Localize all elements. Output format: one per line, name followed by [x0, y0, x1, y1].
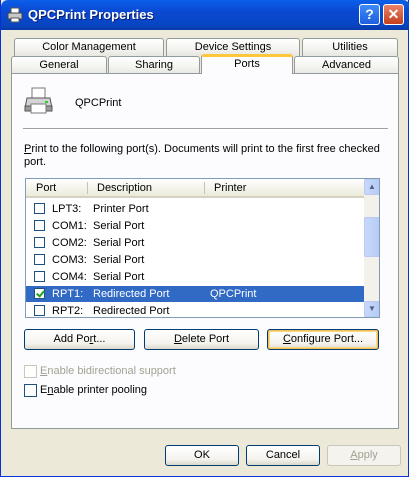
port-description: Printer Port [93, 203, 149, 215]
instructions-text-rest: rint to the following port(s). Documents… [24, 143, 380, 168]
port-checkbox[interactable] [34, 305, 45, 316]
bidirectional-label: Enable bidirectional support [40, 365, 176, 377]
port-name: COM2: [52, 237, 87, 249]
port-row[interactable]: RPT2: Redirected Port [26, 303, 364, 317]
checkbox-box[interactable] [24, 365, 37, 378]
port-row[interactable]: RPT1: Redirected Port QPCPrint [26, 286, 364, 302]
printer-name: QPCPrint [75, 97, 122, 109]
add-port-label: Add Po [53, 333, 90, 345]
port-name: RPT2: [52, 305, 84, 317]
port-checkbox[interactable] [34, 254, 45, 265]
tab-general[interactable]: General [11, 56, 107, 74]
port-checkbox[interactable] [34, 271, 45, 282]
apply-label: pply [357, 449, 378, 461]
pooling-label: Enable printer pooling [40, 384, 148, 396]
port-description: Serial Port [93, 220, 145, 232]
port-description: Serial Port [93, 271, 145, 283]
help-button[interactable]: ? [359, 4, 380, 25]
tab-color-management[interactable]: Color Management [14, 38, 164, 56]
column-header-description[interactable]: Description [97, 182, 152, 194]
port-row[interactable]: COM3: Serial Port [26, 252, 364, 268]
scroll-down-arrow-icon[interactable]: ▼ [364, 301, 379, 317]
apply-button[interactable]: Apply [327, 445, 401, 466]
port-row[interactable]: COM2: Serial Port [26, 235, 364, 251]
printer-icon [7, 7, 23, 23]
port-name: COM3: [52, 254, 87, 266]
tab-utilities[interactable]: Utilities [302, 38, 398, 56]
close-button[interactable]: ✕ [383, 4, 404, 25]
delete-port-mnemonic: D [173, 333, 182, 345]
title-bar[interactable]: QPCPrint Properties ? ✕ [1, 0, 409, 30]
cancel-button[interactable]: Cancel [246, 445, 320, 466]
list-header: Port Description Printer [26, 179, 364, 198]
column-header-printer[interactable]: Printer [214, 182, 246, 194]
port-name: RPT1: [52, 288, 84, 300]
tab-sharing[interactable]: Sharing [108, 56, 200, 74]
vertical-scrollbar[interactable]: ▲ ▼ [364, 179, 379, 317]
add-port-label-rest: t... [93, 333, 106, 345]
port-name: COM1: [52, 220, 87, 232]
port-description: Serial Port [93, 254, 145, 266]
tab-advanced[interactable]: Advanced [294, 56, 399, 74]
port-row[interactable]: LPT3: Printer Port [26, 201, 364, 217]
port-row[interactable]: COM4: Serial Port [26, 269, 364, 285]
port-checkbox[interactable] [34, 220, 45, 231]
configure-port-label-rest: onfigure Port... [290, 333, 364, 345]
port-checkbox[interactable] [34, 237, 45, 248]
port-printer: QPCPrint [210, 288, 257, 300]
column-divider[interactable] [87, 182, 88, 194]
port-name: LPT3: [52, 203, 82, 215]
properties-dialog: QPCPrint Properties ? ✕ Color Management… [0, 0, 409, 477]
port-description: Serial Port [93, 237, 145, 249]
delete-port-label-rest: elete Port [181, 333, 230, 345]
add-port-button[interactable]: Add Port... [24, 329, 135, 350]
column-header-port[interactable]: Port [36, 182, 56, 194]
port-checkbox[interactable] [34, 203, 45, 214]
delete-port-button[interactable]: Delete Port [144, 329, 259, 350]
port-description: Redirected Port [93, 305, 170, 317]
checkbox-box[interactable] [24, 384, 37, 397]
window-title: QPCPrint Properties [28, 7, 154, 22]
configure-port-mnemonic: C [282, 333, 291, 345]
scrollbar-thumb[interactable] [364, 217, 379, 257]
column-divider[interactable] [204, 182, 205, 194]
tab-ports[interactable]: Ports [201, 54, 293, 74]
ports-instructions: Print to the following port(s). Document… [24, 143, 384, 169]
port-description: Redirected Port [93, 288, 170, 300]
port-name: COM4: [52, 271, 87, 283]
ports-list[interactable]: Port Description Printer LPT3: Printer Po… [25, 178, 380, 318]
scroll-up-arrow-icon[interactable]: ▲ [364, 179, 379, 195]
printer-icon [24, 87, 53, 114]
separator [23, 128, 388, 130]
tab-row-bottom: General Sharing Ports Advanced [11, 54, 399, 74]
port-checkbox[interactable] [34, 288, 45, 299]
configure-port-button[interactable]: Configure Port... [267, 329, 379, 350]
apply-mnemonic: A [350, 449, 358, 461]
port-row[interactable]: COM1: Serial Port [26, 218, 364, 234]
ok-button[interactable]: OK [165, 445, 239, 466]
